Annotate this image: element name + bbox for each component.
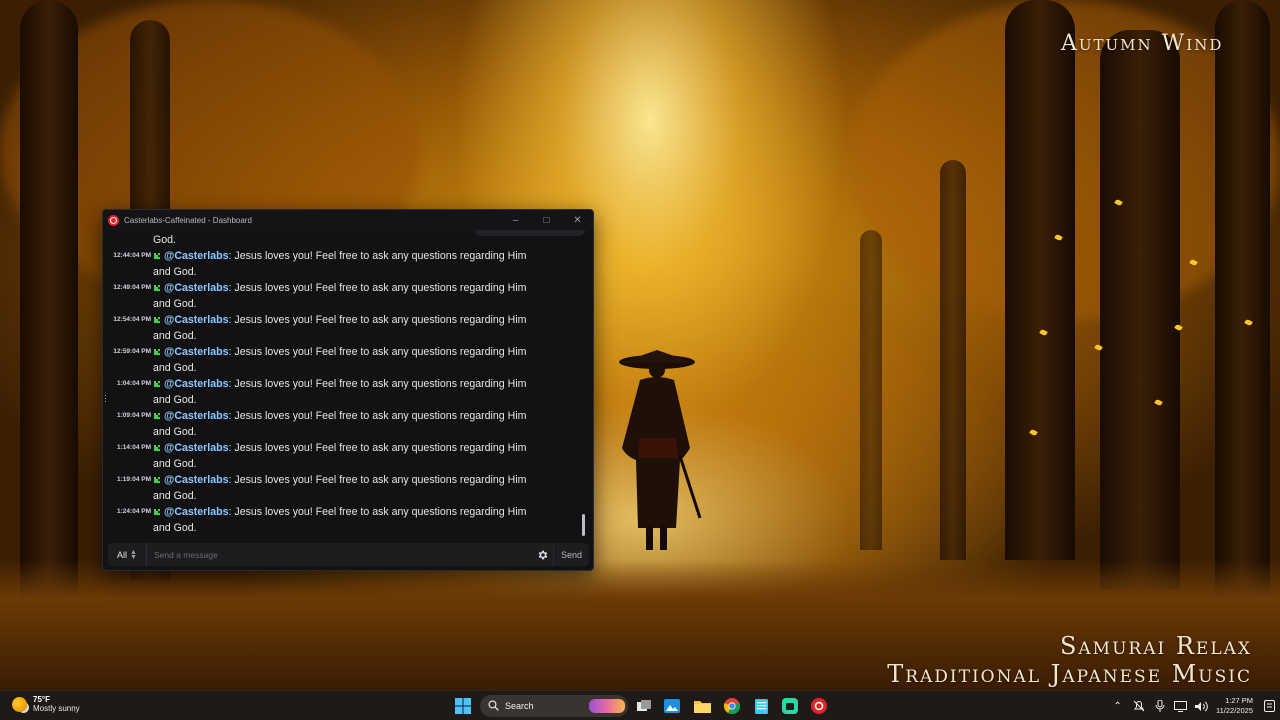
notification-center-icon[interactable]: [1259, 691, 1280, 720]
volume-icon[interactable]: [1191, 691, 1212, 720]
settings-gear-icon[interactable]: [533, 549, 553, 561]
window-titlebar[interactable]: Casterlabs-Caffeinated - Dashboard – □ ✕: [103, 210, 593, 230]
green-puzzle-badge-icon: [154, 477, 160, 483]
message-timestamp: 12:44:04 PM: [113, 252, 151, 259]
chrome-browser-icon[interactable]: [722, 696, 742, 716]
chat-message: 1:24:04 PM @Casterlabs: Jesus loves you! …: [103, 504, 583, 536]
system-tray: ⌃ 1:27 PM 11/22/2025: [1107, 691, 1280, 720]
message-username[interactable]: @Casterlabs: [164, 506, 229, 518]
message-input[interactable]: [147, 543, 533, 566]
green-puzzle-badge-icon: [154, 317, 160, 323]
minimize-button[interactable]: –: [500, 210, 531, 230]
chat-message-list[interactable]: God. 12:44:04 PM @Casterlabs: Jesus loves…: [103, 232, 583, 546]
weather-widget[interactable]: 75°F Mostly sunny: [12, 695, 80, 713]
message-username[interactable]: @Casterlabs: [164, 378, 229, 390]
taskbar-clock[interactable]: 1:27 PM 11/22/2025: [1212, 696, 1259, 716]
taskbar-search[interactable]: Search: [480, 695, 628, 717]
message-username[interactable]: @Casterlabs: [164, 346, 229, 358]
chat-message: 12:59:04 PM @Casterlabs: Jesus loves you!…: [103, 344, 583, 376]
green-puzzle-badge-icon: [154, 253, 160, 259]
green-app-icon[interactable]: [780, 696, 800, 716]
message-timestamp: 12:54:04 PM: [113, 316, 151, 323]
chat-message: 1:19:04 PM @Casterlabs: Jesus loves you! …: [103, 472, 583, 504]
platform-select-value: All: [117, 549, 128, 560]
close-button[interactable]: ✕: [562, 210, 593, 230]
message-timestamp: 1:04:04 PM: [117, 380, 151, 387]
message-timestamp: 1:19:04 PM: [117, 476, 151, 483]
samurai-figure: [619, 350, 702, 550]
send-button[interactable]: Send: [553, 543, 589, 566]
green-puzzle-badge-icon: [154, 381, 160, 387]
search-label: Search: [505, 701, 534, 711]
message-timestamp: 1:14:04 PM: [117, 444, 151, 451]
task-view-icon[interactable]: [634, 696, 654, 716]
network-icon[interactable]: [1170, 691, 1191, 720]
casterlabs-window: Casterlabs-Caffeinated - Dashboard – □ ✕…: [102, 209, 594, 571]
search-highlight-art: [589, 699, 625, 713]
chat-message: 1:09:04 PM @Casterlabs: Jesus loves you! …: [103, 408, 583, 440]
chat-message: God.: [103, 232, 583, 248]
notepad-icon[interactable]: [751, 696, 771, 716]
maximize-button[interactable]: □: [531, 210, 562, 230]
chat-message: 12:54:04 PM @Casterlabs: Jesus loves you!…: [103, 312, 583, 344]
clock-date: 11/22/2025: [1216, 706, 1253, 715]
weather-temp: 75°F: [33, 695, 50, 704]
casterlabs-taskbar-icon[interactable]: [809, 696, 829, 716]
search-icon: [488, 699, 499, 713]
green-puzzle-badge-icon: [154, 349, 160, 355]
wallpaper-bottom-line1: Samurai Relax: [1059, 632, 1252, 660]
message-timestamp: 12:59:04 PM: [113, 348, 151, 355]
message-username[interactable]: @Casterlabs: [164, 250, 229, 262]
green-puzzle-badge-icon: [154, 285, 160, 291]
chat-scrollbar[interactable]: [582, 514, 585, 536]
chat-message: 12:49:04 PM @Casterlabs: Jesus loves you!…: [103, 280, 583, 312]
chevron-updown-icon: ▲ ▼: [130, 548, 137, 561]
chat-message: 1:04:04 PM @Casterlabs: Jesus loves you! …: [103, 376, 583, 408]
casterlabs-logo-icon: [108, 214, 119, 226]
message-timestamp: 1:24:04 PM: [117, 508, 151, 515]
window-title: Casterlabs-Caffeinated - Dashboard: [124, 215, 252, 225]
green-puzzle-badge-icon: [154, 445, 160, 451]
message-timestamp: 1:09:04 PM: [117, 412, 151, 419]
message-username[interactable]: @Casterlabs: [164, 474, 229, 486]
message-text: God.: [153, 234, 176, 246]
chevron-up-icon[interactable]: ⌃: [1107, 691, 1128, 720]
message-username[interactable]: @Casterlabs: [164, 282, 229, 294]
weather-desc: Mostly sunny: [33, 704, 80, 713]
chat-message: 12:44:04 PM @Casterlabs: Jesus loves you!…: [103, 248, 583, 280]
wallpaper-top-title: Autumn Wind: [1061, 31, 1224, 56]
platform-select[interactable]: All ▲ ▼: [108, 543, 147, 566]
message-username[interactable]: @Casterlabs: [164, 410, 229, 422]
wallpaper-bottom-line2: Traditional Japanese Music: [887, 660, 1252, 688]
photos-app-icon[interactable]: [662, 696, 682, 716]
clock-time: 1:27 PM: [1225, 696, 1253, 705]
notifications-off-icon[interactable]: [1128, 691, 1149, 720]
message-username[interactable]: @Casterlabs: [164, 314, 229, 326]
message-timestamp: 12:49:04 PM: [113, 284, 151, 291]
windows-start-icon[interactable]: [453, 696, 473, 716]
message-composer: All ▲ ▼ Send: [108, 543, 589, 566]
windows-taskbar: 75°F Mostly sunny Search ⌃ 1:27 PM 11/22…: [0, 690, 1280, 720]
green-puzzle-badge-icon: [154, 509, 160, 515]
green-puzzle-badge-icon: [154, 413, 160, 419]
file-explorer-icon[interactable]: [692, 696, 712, 716]
message-username[interactable]: @Casterlabs: [164, 442, 229, 454]
chat-message: 1:14:04 PM @Casterlabs: Jesus loves you! …: [103, 440, 583, 472]
partly-sunny-icon: [12, 696, 27, 712]
microphone-icon[interactable]: [1149, 691, 1170, 720]
